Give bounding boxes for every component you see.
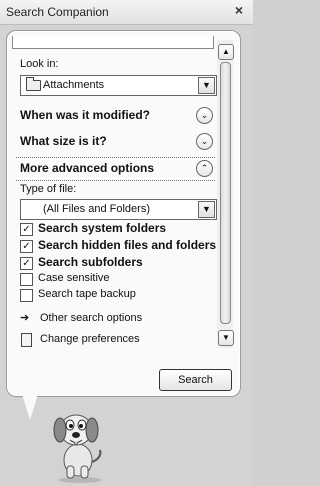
expand-modified-icon[interactable]: ⌄ (196, 107, 213, 124)
checkbox[interactable]: ✓ (20, 257, 33, 270)
checkbox[interactable] (20, 273, 33, 286)
checkbox-label[interactable]: Search system folders (38, 221, 166, 235)
previous-field (12, 36, 214, 49)
look-in-label: Look in: (20, 58, 59, 70)
collapse-advanced-icon[interactable]: ⌃ (196, 160, 213, 177)
checkbox[interactable]: ✓ (20, 240, 33, 253)
link-label[interactable]: Other search options (40, 312, 142, 324)
folder-icon (26, 77, 41, 91)
window-title: Search Companion (6, 5, 109, 19)
search-companion-window: Search Companion × ▲ ▼ Look in: Attachme… (0, 0, 253, 486)
section-advanced-options[interactable]: More advanced options (20, 161, 154, 175)
link-label[interactable]: Change preferences (40, 333, 140, 345)
document-icon (20, 333, 32, 347)
scroll-thumb[interactable] (220, 62, 231, 324)
checkbox-label[interactable]: Case sensitive (38, 272, 110, 284)
look-in-dropdown[interactable]: Attachments ▼ (20, 75, 217, 96)
close-icon[interactable]: × (231, 1, 247, 19)
checkbox[interactable] (20, 289, 33, 302)
checkbox-label[interactable]: Search subfolders (38, 255, 143, 269)
section-what-size[interactable]: What size is it? (20, 134, 107, 148)
checkbox[interactable]: ✓ (20, 223, 33, 236)
checkbox-label[interactable]: Search tape backup (38, 288, 136, 300)
checkbox-label[interactable]: Search hidden files and folders (38, 238, 216, 252)
arrow-right-icon: ➔ (20, 312, 30, 324)
section-when-modified[interactable]: When was it modified? (20, 108, 150, 122)
chevron-down-icon[interactable]: ▼ (198, 201, 215, 218)
type-of-file-value: (All Files and Folders) (43, 203, 150, 215)
look-in-value: Attachments (43, 79, 105, 91)
scroll-up-button[interactable]: ▲ (218, 44, 234, 60)
type-of-file-label: Type of file: (20, 183, 77, 195)
search-button[interactable]: Search (159, 369, 232, 391)
type-of-file-dropdown[interactable]: (All Files and Folders) ▼ (20, 199, 217, 220)
rover-dog-icon[interactable] (40, 400, 120, 484)
title-bar: Search Companion × (0, 0, 253, 25)
chevron-down-icon[interactable]: ▼ (198, 77, 215, 94)
expand-size-icon[interactable]: ⌄ (196, 133, 213, 150)
scroll-down-button[interactable]: ▼ (218, 330, 234, 346)
speech-bubble-pointer (22, 394, 38, 420)
